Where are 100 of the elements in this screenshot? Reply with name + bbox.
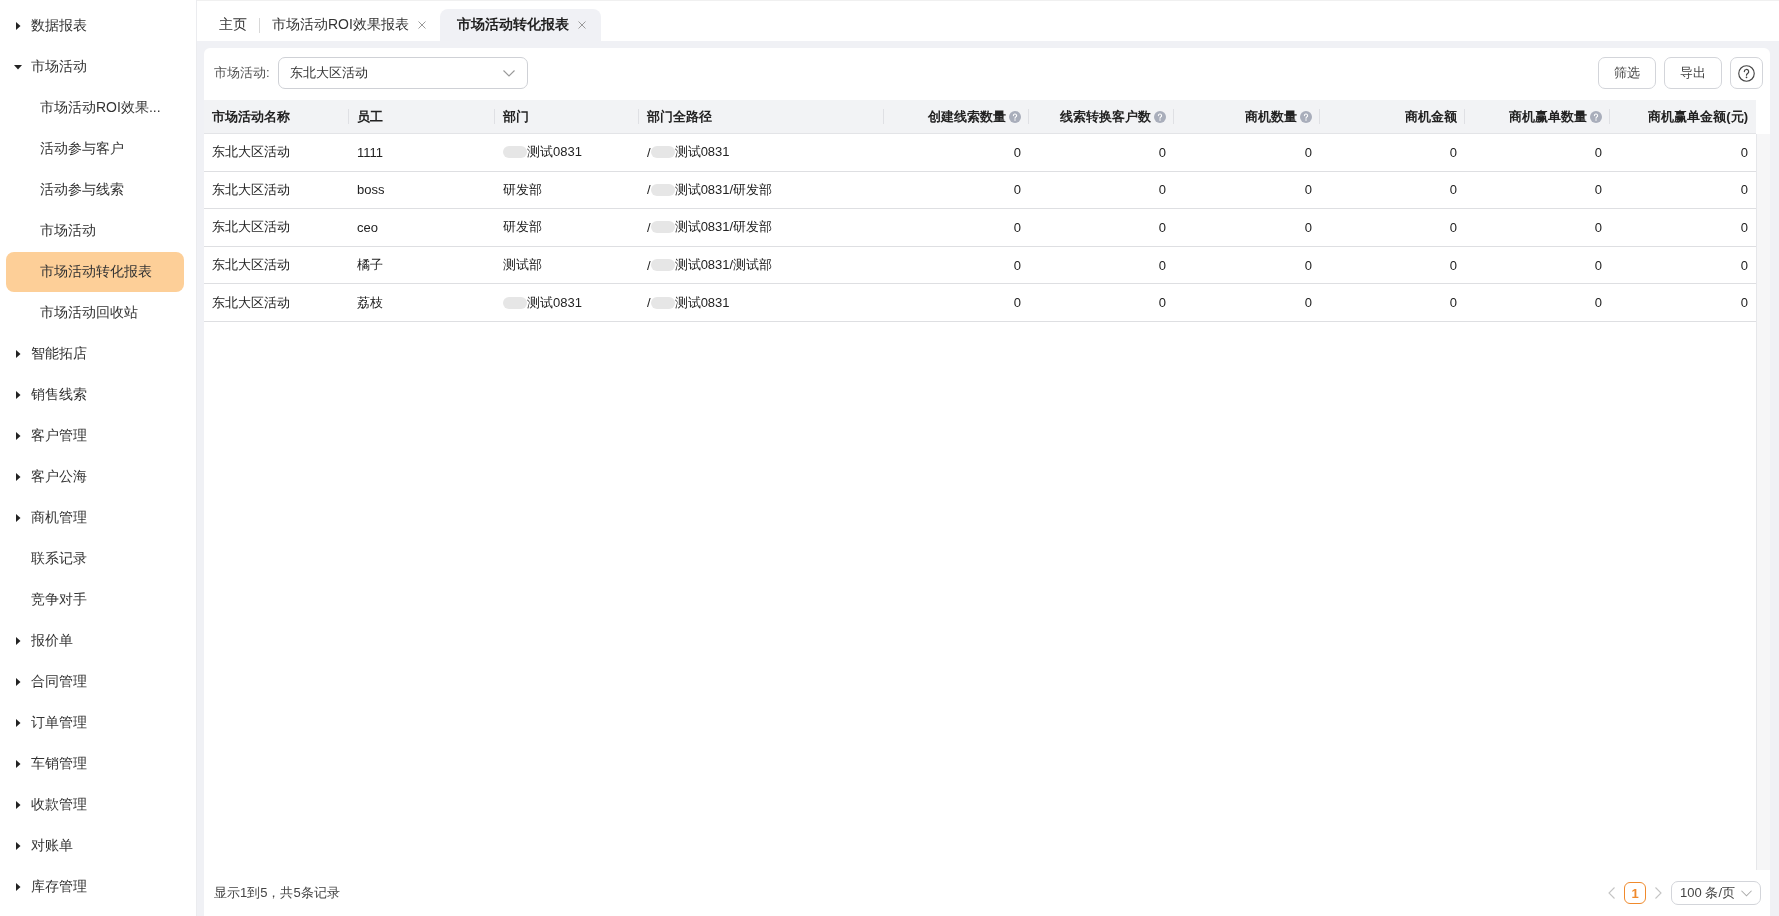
column-header: 部门 — [503, 107, 529, 126]
table-cell: 0 — [1740, 144, 1748, 160]
column-header: 商机数量 — [1245, 107, 1297, 126]
table-cell: 0 — [1449, 220, 1457, 235]
table-cell: 0 — [1304, 144, 1312, 160]
table-cell: 0 — [1304, 295, 1312, 311]
table-cell: 东北大区活动 — [212, 218, 290, 237]
table-cell: 测试0831/测试部 — [674, 256, 773, 275]
column-header: 部门全路径 — [647, 107, 712, 126]
table-cell: 测试部 — [503, 256, 542, 275]
sidebar-item[interactable]: 活动参与客户 — [6, 129, 184, 169]
table-cell: 测试0831/研发部 — [674, 180, 773, 199]
tab[interactable]: 市场活动转化报表 — [439, 9, 601, 41]
column-header: 线索转换客户数 — [1060, 107, 1151, 126]
table-cell: 0 — [1304, 220, 1312, 235]
filter-label: 市场活动: — [214, 64, 270, 82]
table-cell: 0 — [1740, 182, 1748, 198]
chevron-down-icon — [1741, 889, 1752, 897]
table-cell: 0 — [1594, 220, 1602, 235]
column-header: 商机赢单数量 — [1509, 107, 1587, 126]
chevron-down-icon — [502, 69, 515, 77]
sidebar-item[interactable]: 联系记录 — [6, 539, 184, 579]
table-cell: 0 — [1158, 182, 1166, 198]
record-count-text: 显示1到5，共5条记录 — [214, 884, 340, 902]
sidebar-item[interactable]: 合同管理 — [6, 662, 184, 702]
help-button[interactable] — [1730, 57, 1763, 89]
page-size-select[interactable]: 100 条/页 — [1671, 881, 1761, 905]
path-slash: / — [647, 295, 651, 311]
table-cell: 东北大区活动 — [212, 256, 290, 275]
sidebar-item[interactable]: 市场活动 — [6, 211, 184, 251]
table-cell: 0 — [1013, 182, 1021, 198]
sidebar-item[interactable]: 销售线索 — [6, 375, 184, 415]
path-slash: / — [647, 220, 651, 235]
column-header: 商机金额 — [1405, 107, 1457, 126]
table-cell: 0 — [1013, 220, 1021, 235]
sidebar-item[interactable]: 库存管理 — [6, 867, 184, 907]
column-header: 商机赢单金额(元) — [1648, 107, 1748, 126]
sidebar-item[interactable]: 对账单 — [6, 826, 184, 866]
table-cell: 测试0831 — [527, 293, 582, 312]
sidebar-item[interactable]: 数据报表 — [6, 6, 184, 46]
column-header: 员工 — [357, 107, 383, 126]
table-cell: 0 — [1449, 144, 1457, 160]
table-cell: 测试0831/研发部 — [674, 218, 773, 237]
activity-select[interactable]: 东北大区活动 — [277, 57, 528, 89]
table-cell: 0 — [1594, 144, 1602, 160]
column-header: 市场活动名称 — [212, 107, 290, 126]
sidebar-item[interactable]: 市场活动 — [6, 47, 184, 87]
table-cell: 橘子 — [357, 256, 383, 275]
column-header: 创建线索数量 — [928, 107, 1006, 126]
sidebar-item[interactable]: 订单管理 — [6, 703, 184, 743]
close-icon[interactable] — [577, 21, 586, 29]
table-cell: 0 — [1449, 295, 1457, 311]
tab[interactable]: 市场活动ROI效果报表 — [260, 9, 438, 41]
table-cell: 东北大区活动 — [212, 143, 290, 162]
sidebar-item[interactable]: 市场活动转化报表 — [6, 252, 184, 292]
table-cell: 东北大区活动 — [212, 293, 290, 312]
sidebar-item[interactable]: 报价单 — [6, 621, 184, 661]
table-cell: 1111 — [357, 144, 384, 160]
table-cell: 0 — [1013, 257, 1021, 273]
sidebar-item[interactable]: 竞争对手 — [6, 580, 184, 620]
table-cell: 0 — [1158, 295, 1166, 311]
table-cell: 0 — [1304, 182, 1312, 198]
path-slash: / — [647, 257, 651, 273]
path-slash: / — [647, 144, 651, 160]
sidebar-item[interactable]: 市场活动ROI效果... — [6, 88, 184, 128]
table-cell: 0 — [1449, 257, 1457, 273]
table-cell: 0 — [1740, 295, 1748, 311]
table-cell: 0 — [1740, 220, 1748, 235]
table-cell: 0 — [1304, 257, 1312, 273]
sidebar-item[interactable]: 活动参与线索 — [6, 170, 184, 210]
table-cell: 测试0831 — [527, 143, 582, 162]
tab[interactable]: 主页 — [207, 9, 259, 41]
toolbar-button[interactable]: 筛选 — [1598, 57, 1656, 89]
sidebar-item[interactable]: 智能拓店 — [6, 334, 184, 374]
toolbar-button[interactable]: 导出 — [1664, 57, 1722, 89]
table-cell: 研发部 — [503, 180, 542, 199]
path-slash: / — [647, 182, 651, 198]
sidebar-item[interactable]: 商机管理 — [6, 498, 184, 538]
help-icon — [1738, 64, 1755, 82]
table-cell: 0 — [1594, 257, 1602, 273]
table-cell: 0 — [1594, 295, 1602, 311]
table-cell: 0 — [1158, 144, 1166, 160]
close-icon[interactable] — [417, 21, 426, 29]
table-cell: 0 — [1740, 257, 1748, 273]
table-cell: 测试0831 — [674, 293, 730, 312]
table-cell: 东北大区活动 — [212, 180, 290, 199]
sidebar-item[interactable]: 车销管理 — [6, 744, 184, 784]
table-cell: 0 — [1013, 144, 1021, 160]
table-cell: 研发部 — [503, 218, 542, 237]
sidebar-item[interactable]: 市场活动回收站 — [6, 293, 184, 333]
table-cell: 测试0831 — [674, 143, 730, 162]
sidebar-item[interactable]: 客户管理 — [6, 416, 184, 456]
table-cell: 0 — [1158, 257, 1166, 273]
table-cell: 0 — [1158, 220, 1166, 235]
table-cell: boss — [357, 182, 385, 198]
table-cell: ceo — [357, 220, 378, 235]
sidebar-item[interactable]: 客户公海 — [6, 457, 184, 497]
table-cell: 0 — [1449, 182, 1457, 198]
table-cell: 0 — [1594, 182, 1602, 198]
sidebar-item[interactable]: 收款管理 — [6, 785, 184, 825]
